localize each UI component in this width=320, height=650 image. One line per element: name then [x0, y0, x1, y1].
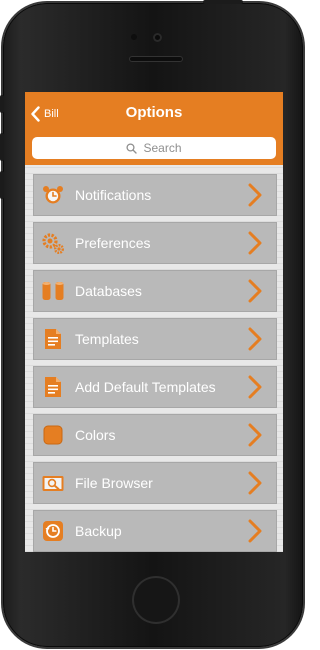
- alarm-clock-icon: [41, 183, 65, 207]
- chevron-right-icon: [244, 326, 266, 352]
- earpiece-speaker: [129, 56, 183, 62]
- chevron-right-icon: [244, 278, 266, 304]
- backup-icon: [41, 519, 65, 543]
- menu-item-label: Colors: [75, 427, 116, 443]
- document-add-icon: [41, 375, 65, 399]
- menu-item-label: File Browser: [75, 475, 153, 491]
- menu-item-notifications[interactable]: Notifications: [33, 174, 277, 216]
- menu-item-databases[interactable]: Databases: [33, 270, 277, 312]
- power-button: [203, 0, 243, 4]
- search-field[interactable]: Search: [32, 137, 276, 159]
- menu-item-preferences[interactable]: Preferences: [33, 222, 277, 264]
- chevron-right-icon: [244, 422, 266, 448]
- gears-icon: [41, 231, 65, 255]
- color-swatch-icon: [41, 423, 65, 447]
- options-list: Notifications Preferences Databases Temp…: [25, 165, 283, 552]
- menu-item-add-default-templates[interactable]: Add Default Templates: [33, 366, 277, 408]
- chevron-right-icon: [244, 182, 266, 208]
- navigation-bar: Bill Options Search: [25, 92, 283, 165]
- database-icon: [41, 279, 65, 303]
- menu-item-file-browser[interactable]: File Browser: [33, 462, 277, 504]
- menu-item-colors[interactable]: Colors: [33, 414, 277, 456]
- proximity-sensor: [131, 34, 137, 40]
- menu-item-label: Notifications: [75, 187, 152, 203]
- menu-item-label: Backup: [75, 523, 122, 539]
- chevron-right-icon: [244, 470, 266, 496]
- chevron-right-icon: [244, 230, 266, 256]
- volume-up-button: [0, 133, 4, 161]
- menu-item-label: Templates: [75, 331, 139, 347]
- home-button[interactable]: [132, 576, 180, 624]
- chevron-right-icon: [244, 374, 266, 400]
- volume-down-button: [0, 171, 4, 199]
- chevron-right-icon: [244, 518, 266, 544]
- menu-item-label: Preferences: [75, 235, 151, 251]
- menu-item-label: Databases: [75, 283, 142, 299]
- search-placeholder: Search: [143, 141, 182, 155]
- app-screen: Bill Options Search Notifications Prefer…: [25, 92, 283, 552]
- document-icon: [41, 327, 65, 351]
- menu-item-templates[interactable]: Templates: [33, 318, 277, 360]
- front-camera: [153, 33, 162, 42]
- page-title: Options: [125, 104, 183, 121]
- search-icon: [126, 142, 138, 154]
- menu-item-label: Add Default Templates: [75, 379, 216, 395]
- file-browser-icon: [41, 471, 65, 495]
- menu-item-backup[interactable]: Backup: [33, 510, 277, 552]
- mute-switch: [0, 95, 4, 113]
